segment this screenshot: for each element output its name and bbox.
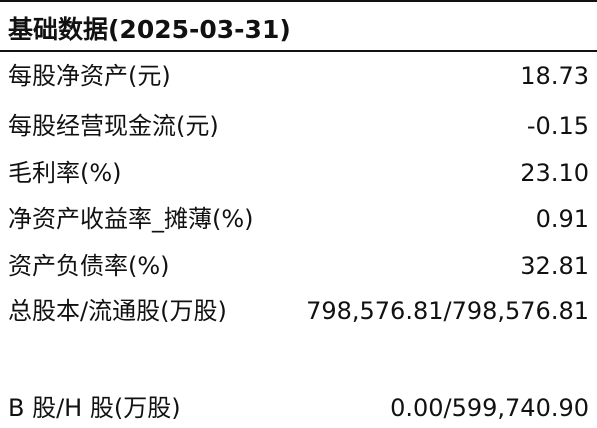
row-value: 23.10: [520, 159, 589, 187]
row-value: 32.81: [520, 252, 589, 280]
row-value: 18.73: [520, 62, 589, 90]
basic-data-panel: 基础数据(2025-03-31) 每股净资产(元) 18.73 每股经营现金流(…: [0, 0, 597, 423]
section-title: 基础数据(2025-03-31): [8, 15, 291, 44]
row-roe-diluted: 净资产收益率_摊薄(%) 0.91: [0, 199, 597, 239]
row-total-and-float-shares: 总股本/流通股(万股) 798,576.81/798,576.81: [0, 291, 597, 381]
row-b-h-shares: B 股/H 股(万股) 0.00/599,740.90: [0, 388, 597, 428]
row-value: 0.00/599,740.90: [390, 394, 589, 422]
row-label: B 股/H 股(万股): [8, 394, 181, 422]
row-label: 资产负债率(%): [8, 252, 170, 280]
row-label: 净资产收益率_摊薄(%): [8, 205, 254, 233]
row-debt-ratio: 资产负债率(%) 32.81: [0, 246, 597, 286]
row-gross-margin: 毛利率(%) 23.10: [0, 153, 597, 193]
top-divider: [0, 0, 597, 2]
row-value: 0.91: [535, 205, 589, 233]
row-operating-cashflow-per-share: 每股经营现金流(元) -0.15: [0, 106, 597, 146]
row-net-assets-per-share: 每股净资产(元) 18.73: [0, 56, 597, 96]
row-label: 总股本/流通股(万股): [8, 297, 227, 325]
title-divider: [0, 50, 597, 52]
row-label: 毛利率(%): [8, 159, 122, 187]
row-label: 每股净资产(元): [8, 62, 171, 90]
row-value: -0.15: [526, 112, 589, 140]
row-label: 每股经营现金流(元): [8, 112, 219, 140]
row-value: 798,576.81/798,576.81: [306, 297, 589, 325]
